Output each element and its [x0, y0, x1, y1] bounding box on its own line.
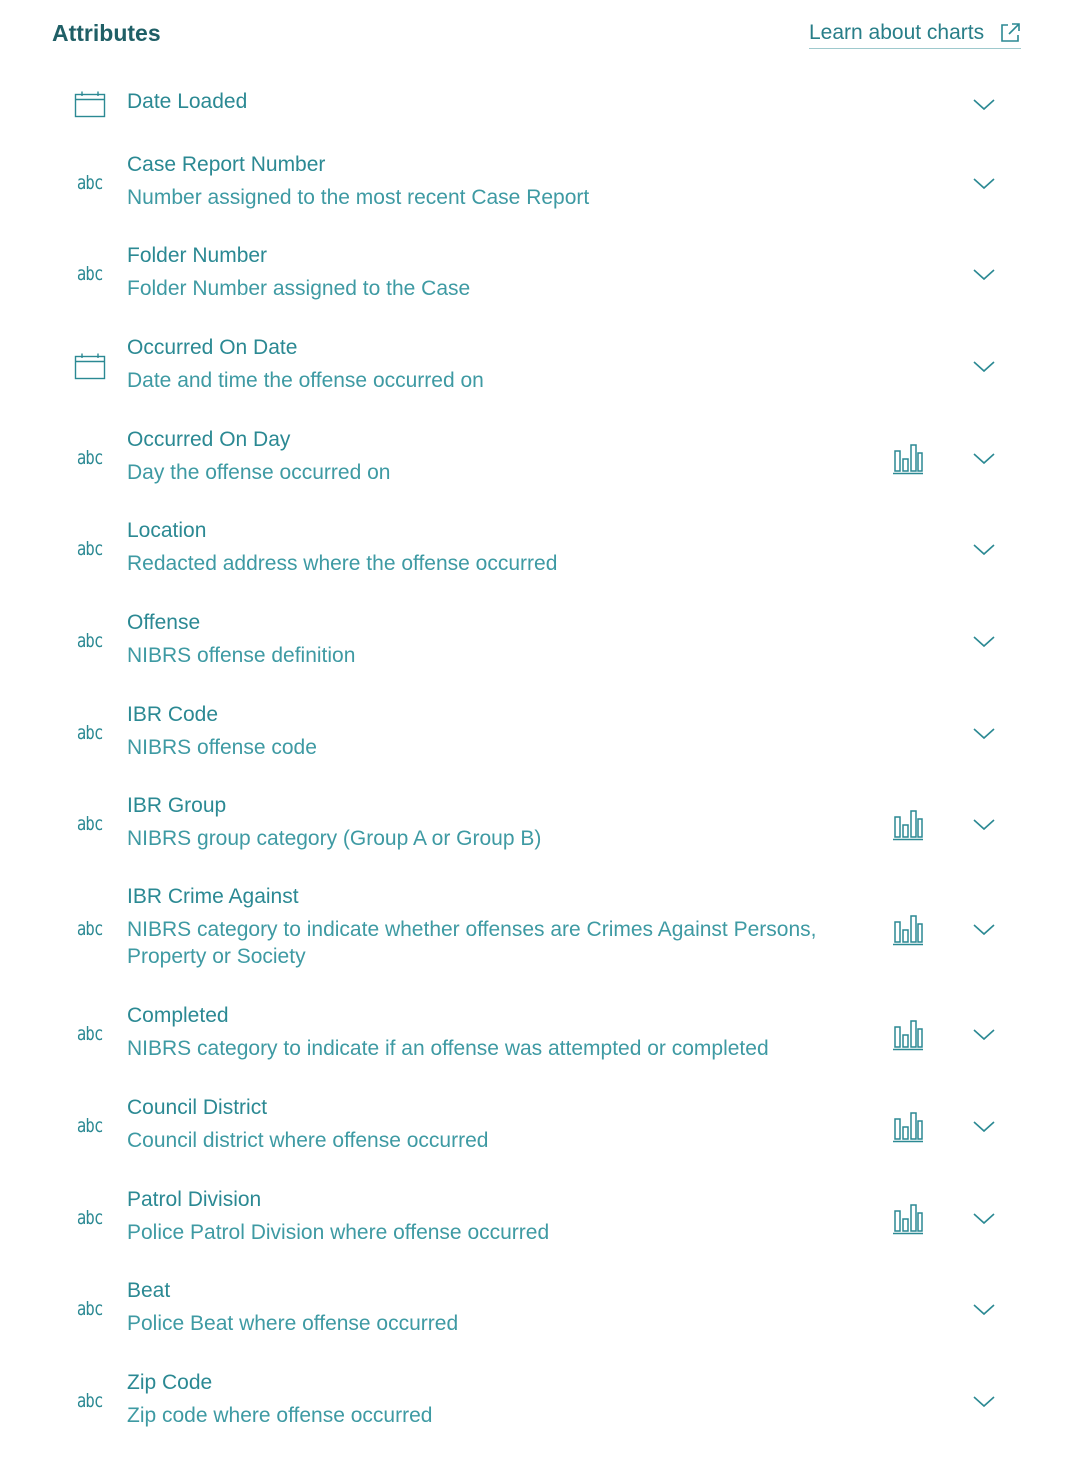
text-type-label: abc — [77, 917, 104, 940]
attribute-description: Folder Number assigned to the Case — [127, 276, 471, 300]
text-type-icon: abc — [74, 535, 106, 563]
bar-chart-icon[interactable] — [892, 912, 924, 946]
chevron-down-icon[interactable] — [972, 266, 996, 282]
chevron-down-icon[interactable] — [972, 541, 996, 557]
chevron-down-icon[interactable] — [972, 1210, 996, 1226]
attribute-description: Council district where offense occurred — [127, 1128, 489, 1152]
chevron-down-icon[interactable] — [972, 1118, 996, 1134]
text-type-label: abc — [77, 537, 104, 560]
chevron-down-icon[interactable] — [972, 96, 996, 112]
attribute-text: Folder Number Folder Number assigned to t… — [127, 243, 847, 302]
attribute-text: Completed NIBRS category to indicate if a… — [127, 1003, 847, 1062]
attribute-name: Case Report Number — [127, 152, 326, 176]
bar-chart-icon[interactable] — [892, 1017, 924, 1051]
attribute-description: Zip code where offense occurred — [127, 1403, 433, 1427]
text-type-label: abc — [77, 1297, 104, 1320]
attribute-text: IBR Code NIBRS offense code — [127, 702, 847, 761]
chevron-down-icon[interactable] — [972, 921, 996, 937]
attribute-name: Beat — [127, 1278, 171, 1302]
attribute-text: Council District Council district where o… — [127, 1095, 847, 1154]
chevron-down-icon[interactable] — [972, 175, 996, 191]
text-type-icon: abc — [74, 1295, 106, 1323]
attribute-text: Beat Police Beat where offense occurred — [127, 1278, 847, 1337]
attribute-description: Day the offense occurred on — [127, 460, 391, 484]
attribute-name: Council District — [127, 1095, 268, 1119]
text-type-label: abc — [77, 1022, 104, 1045]
attribute-text: Occurred On Date Date and time the offens… — [127, 335, 847, 394]
attribute-description: NIBRS offense definition — [127, 643, 356, 667]
attribute-text: Occurred On Day Day the offense occurred … — [127, 427, 847, 486]
attribute-name: Completed — [127, 1003, 229, 1027]
attribute-text: Case Report Number Number assigned to the… — [127, 152, 847, 211]
text-type-icon: abc — [74, 260, 106, 288]
chevron-down-icon[interactable] — [972, 816, 996, 832]
text-type-icon: abc — [74, 444, 106, 472]
attribute-text: IBR Crime Against NIBRS category to indic… — [127, 884, 847, 970]
text-type-label: abc — [77, 629, 104, 652]
attribute-name: Folder Number — [127, 243, 268, 267]
chevron-down-icon[interactable] — [972, 1393, 996, 1409]
attribute-name: Zip Code — [127, 1370, 213, 1394]
bar-chart-icon[interactable] — [892, 1201, 924, 1235]
attribute-description: Redacted address where the offense occur… — [127, 551, 558, 575]
text-type-label: abc — [77, 262, 104, 285]
attribute-text: Date Loaded — [127, 89, 847, 115]
text-type-icon: abc — [74, 627, 106, 655]
text-type-icon: abc — [74, 169, 106, 197]
attribute-text: IBR Group NIBRS group category (Group A o… — [127, 793, 847, 852]
attribute-name: Occurred On Day — [127, 427, 291, 451]
text-type-icon: abc — [74, 915, 106, 943]
bar-chart-icon[interactable] — [892, 1109, 924, 1143]
attribute-name: Location — [127, 518, 207, 542]
attribute-description: Police Patrol Division where offense occ… — [127, 1220, 550, 1244]
learn-about-charts-label: Learn about charts — [809, 21, 985, 44]
chevron-down-icon[interactable] — [972, 1301, 996, 1317]
chevron-down-icon[interactable] — [972, 1026, 996, 1042]
text-type-icon: abc — [74, 1387, 106, 1415]
attribute-description: NIBRS offense code — [127, 735, 317, 759]
calendar-icon — [74, 352, 106, 380]
attribute-description: Police Beat where offense occurred — [127, 1311, 459, 1335]
attribute-name: IBR Group — [127, 793, 227, 817]
text-type-label: abc — [77, 1206, 104, 1229]
chevron-down-icon[interactable] — [972, 633, 996, 649]
page-title: Attributes — [52, 20, 161, 46]
text-type-label: abc — [77, 171, 104, 194]
bar-chart-icon[interactable] — [892, 807, 924, 841]
attribute-text: Offense NIBRS offense definition — [127, 610, 847, 669]
text-type-label: abc — [77, 446, 104, 469]
chevron-down-icon[interactable] — [972, 725, 996, 741]
external-link-icon — [1001, 23, 1020, 42]
text-type-icon: abc — [74, 810, 106, 838]
attribute-name: IBR Code — [127, 702, 219, 726]
text-type-icon: abc — [74, 1204, 106, 1232]
attribute-description: NIBRS group category (Group A or Group B… — [127, 826, 542, 850]
attribute-description: Number assigned to the most recent Case … — [127, 185, 590, 209]
chevron-down-icon[interactable] — [972, 358, 996, 374]
chevron-down-icon[interactable] — [972, 450, 996, 466]
attribute-text: Location Redacted address where the offen… — [127, 518, 847, 577]
attribute-text: Zip Code Zip code where offense occurred — [127, 1370, 847, 1429]
attribute-description: NIBRS category to indicate whether offen… — [127, 918, 817, 968]
calendar-icon — [74, 90, 106, 118]
text-type-label: abc — [77, 1389, 104, 1412]
attribute-name: Patrol Division — [127, 1187, 262, 1211]
text-type-label: abc — [77, 721, 104, 744]
text-type-label: abc — [77, 812, 104, 835]
text-type-icon: abc — [74, 1112, 106, 1140]
text-type-label: abc — [77, 1114, 104, 1137]
attribute-description: Date and time the offense occurred on — [127, 368, 484, 392]
attribute-description: NIBRS category to indicate if an offense… — [127, 1036, 769, 1060]
text-type-icon: abc — [74, 1020, 106, 1048]
attributes-panel: Attributes Learn about charts Date Loade… — [0, 0, 1074, 1476]
text-type-icon: abc — [74, 719, 106, 747]
bar-chart-icon[interactable] — [892, 441, 924, 475]
learn-about-charts-link[interactable]: Learn about charts — [809, 21, 1021, 49]
attribute-name: IBR Crime Against — [127, 885, 299, 908]
attribute-name: Date Loaded — [127, 90, 248, 113]
attribute-name: Offense — [127, 610, 201, 634]
attribute-name: Occurred On Date — [127, 335, 298, 359]
attribute-text: Patrol Division Police Patrol Division wh… — [127, 1187, 847, 1246]
